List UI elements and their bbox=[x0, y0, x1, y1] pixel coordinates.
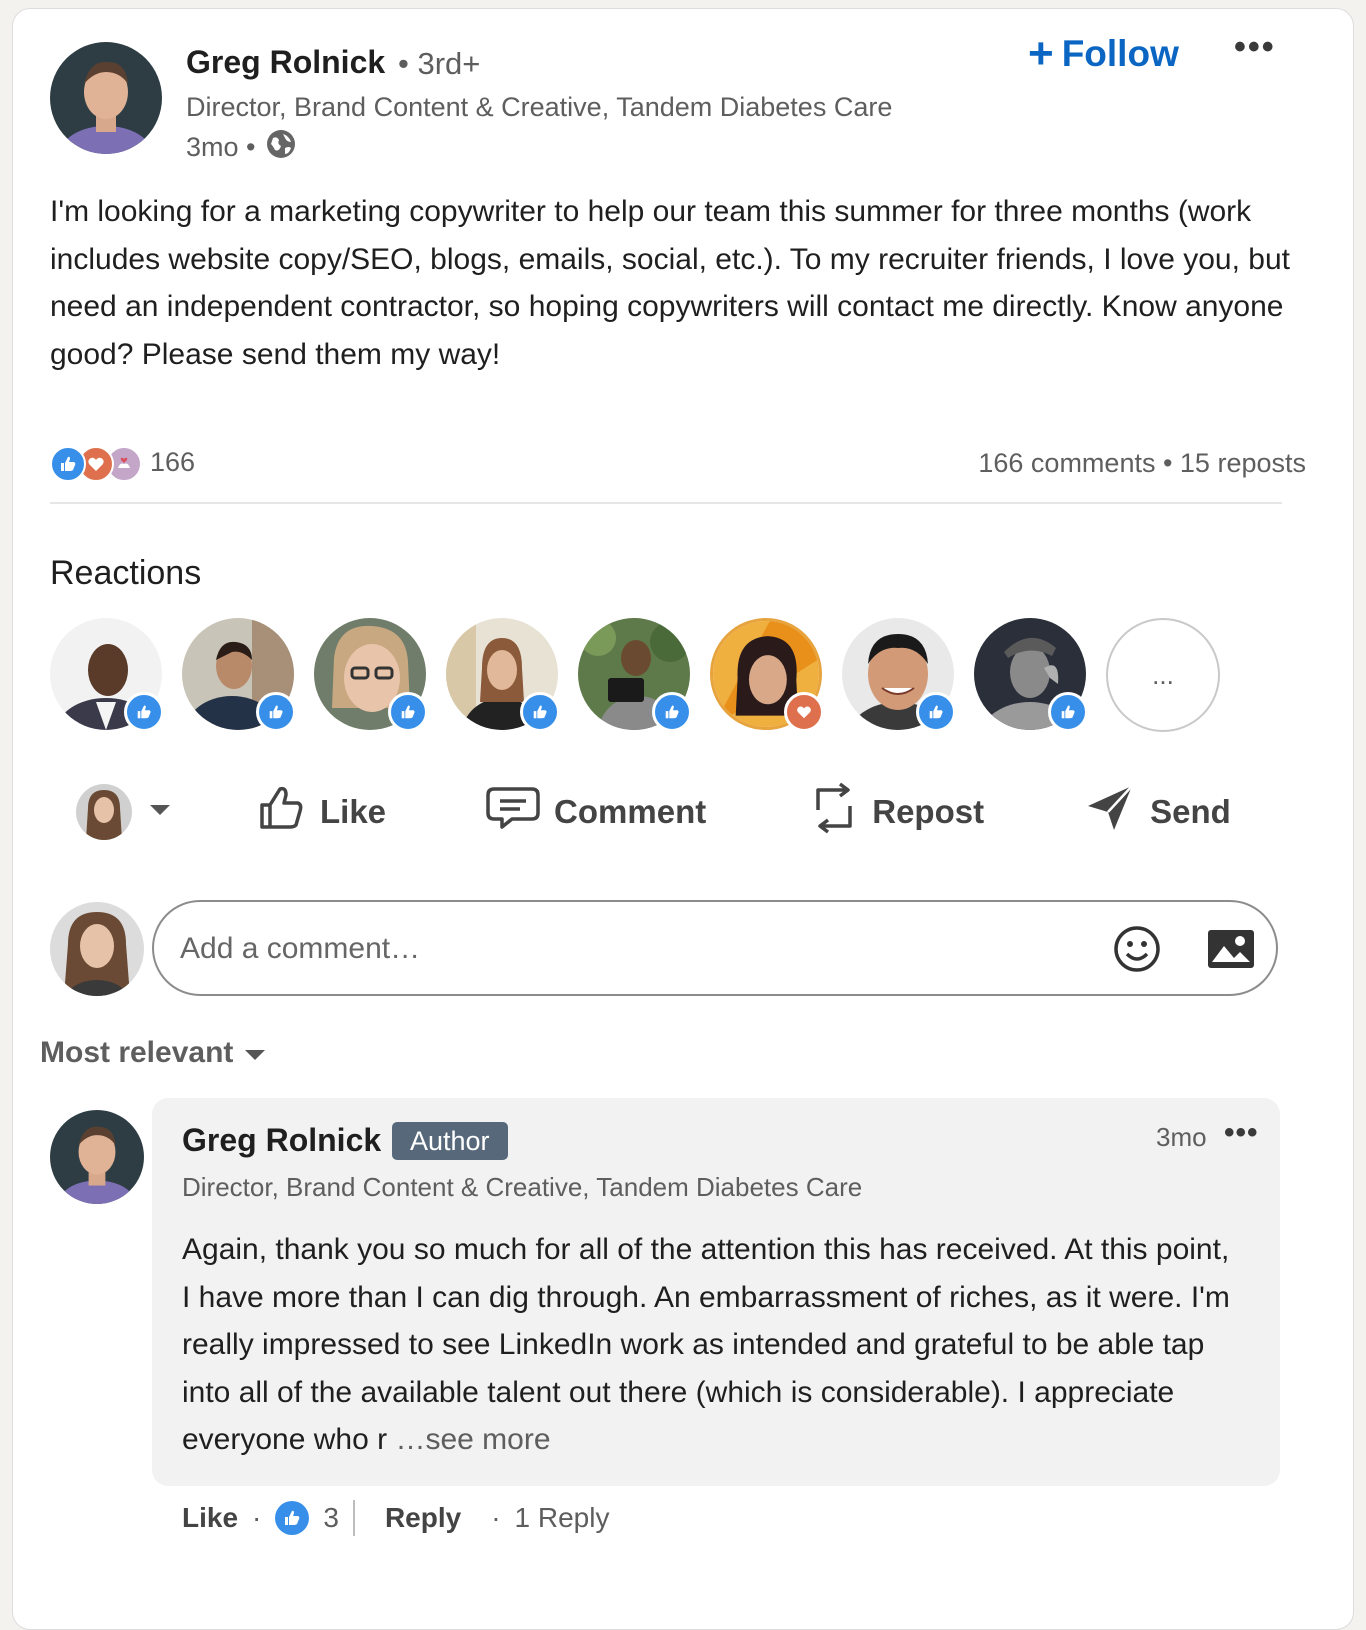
reactor-avatar[interactable] bbox=[842, 618, 956, 732]
comment-label: Comment bbox=[554, 793, 707, 830]
send-button[interactable]: Send bbox=[1084, 782, 1231, 842]
send-icon bbox=[1084, 782, 1136, 842]
comment-more-button[interactable]: ••• bbox=[1224, 1116, 1259, 1150]
heart-icon bbox=[784, 692, 824, 732]
post-meta: 3mo • bbox=[186, 128, 297, 167]
send-label: Send bbox=[1150, 793, 1231, 830]
post-text: I'm looking for a marketing copywriter t… bbox=[50, 195, 1290, 371]
plus-icon: + bbox=[1028, 29, 1054, 78]
separator-dot: · bbox=[491, 1502, 501, 1533]
repost-button[interactable]: Repost bbox=[810, 780, 984, 844]
sort-label: Most relevant bbox=[40, 1036, 234, 1069]
comment-text: Again, thank you so much for all of the … bbox=[182, 1226, 1242, 1464]
post-time: 3mo • bbox=[186, 132, 256, 162]
like-label: Like bbox=[320, 793, 387, 830]
comment-input[interactable] bbox=[178, 926, 1082, 972]
comment-time: 3mo bbox=[1156, 1122, 1207, 1152]
post-more-button[interactable]: ••• bbox=[1234, 28, 1276, 67]
repost-label: Repost bbox=[872, 793, 985, 830]
connection-degree: • 3rd+ bbox=[398, 46, 481, 81]
reactors-list: ... bbox=[50, 618, 1220, 732]
comment-composer bbox=[152, 900, 1278, 996]
caret-down-icon bbox=[243, 1036, 267, 1070]
post-action-bar: Like Comment Repost Send bbox=[50, 780, 1282, 844]
reactor-avatar[interactable] bbox=[50, 618, 164, 732]
see-more-link[interactable]: …see more bbox=[395, 1423, 550, 1456]
comment-author-headline: Director, Brand Content & Creative, Tand… bbox=[182, 1172, 863, 1202]
reaction-summary[interactable]: 166 bbox=[50, 444, 196, 482]
reactor-avatar[interactable] bbox=[578, 618, 692, 732]
reactor-avatar[interactable] bbox=[446, 618, 560, 732]
like-icon bbox=[520, 692, 560, 732]
current-user-avatar bbox=[76, 784, 132, 840]
globe-icon bbox=[265, 128, 297, 167]
comment-like-button[interactable]: Like bbox=[182, 1502, 238, 1534]
comment-button[interactable]: Comment bbox=[486, 785, 706, 839]
more-reactors-button[interactable]: ... bbox=[1106, 618, 1220, 732]
comment-actions: Like · 3 Reply · 1 Reply bbox=[182, 1500, 609, 1536]
reactor-avatar[interactable] bbox=[182, 618, 296, 732]
actor-switcher[interactable] bbox=[76, 784, 172, 840]
like-icon bbox=[256, 692, 296, 732]
reactions-title: Reactions bbox=[50, 554, 202, 592]
post-author-name[interactable]: Greg Rolnick bbox=[186, 44, 385, 81]
author-badge: Author bbox=[392, 1122, 508, 1160]
like-icon bbox=[124, 692, 164, 732]
caret-down-icon bbox=[148, 803, 172, 822]
like-icon bbox=[275, 1501, 310, 1535]
image-icon[interactable] bbox=[1206, 928, 1256, 975]
composer-user-avatar bbox=[50, 902, 144, 996]
post-author-avatar[interactable] bbox=[50, 42, 162, 154]
thumbs-up-icon bbox=[256, 783, 306, 841]
post-author-headline: Director, Brand Content & Creative, Tand… bbox=[186, 92, 893, 122]
like-icon bbox=[50, 446, 86, 482]
like-icon bbox=[388, 692, 428, 732]
separator-dot: · bbox=[252, 1502, 262, 1533]
divider bbox=[352, 1500, 355, 1536]
reactor-avatar[interactable] bbox=[974, 618, 1088, 732]
comment-body: Again, thank you so much for all of the … bbox=[182, 1233, 1230, 1456]
comment-author-avatar[interactable] bbox=[50, 1110, 144, 1204]
repost-icon bbox=[810, 780, 858, 844]
reactor-avatar[interactable] bbox=[314, 618, 428, 732]
like-icon bbox=[652, 692, 692, 732]
reaction-count: 166 bbox=[150, 446, 196, 477]
like-icon bbox=[1048, 692, 1088, 732]
reaction-emoji-stack bbox=[50, 444, 142, 482]
follow-label: Follow bbox=[1061, 33, 1179, 74]
emoji-icon[interactable] bbox=[1112, 924, 1162, 979]
like-icon bbox=[916, 692, 956, 732]
comment-like-count[interactable]: 3 bbox=[323, 1502, 339, 1534]
comment-author-name[interactable]: Greg Rolnick bbox=[182, 1122, 381, 1159]
comment-sort-dropdown[interactable]: Most relevant bbox=[40, 1036, 267, 1070]
like-button[interactable]: Like bbox=[256, 783, 386, 841]
comments-reposts-count[interactable]: 166 comments • 15 reposts bbox=[978, 448, 1306, 479]
replies-link[interactable]: 1 Reply bbox=[515, 1502, 610, 1534]
comment-icon bbox=[486, 785, 540, 839]
reply-button[interactable]: Reply bbox=[385, 1502, 461, 1534]
reactor-avatar[interactable] bbox=[710, 618, 824, 732]
divider bbox=[50, 502, 1282, 504]
follow-button[interactable]: + Follow bbox=[1028, 32, 1179, 76]
